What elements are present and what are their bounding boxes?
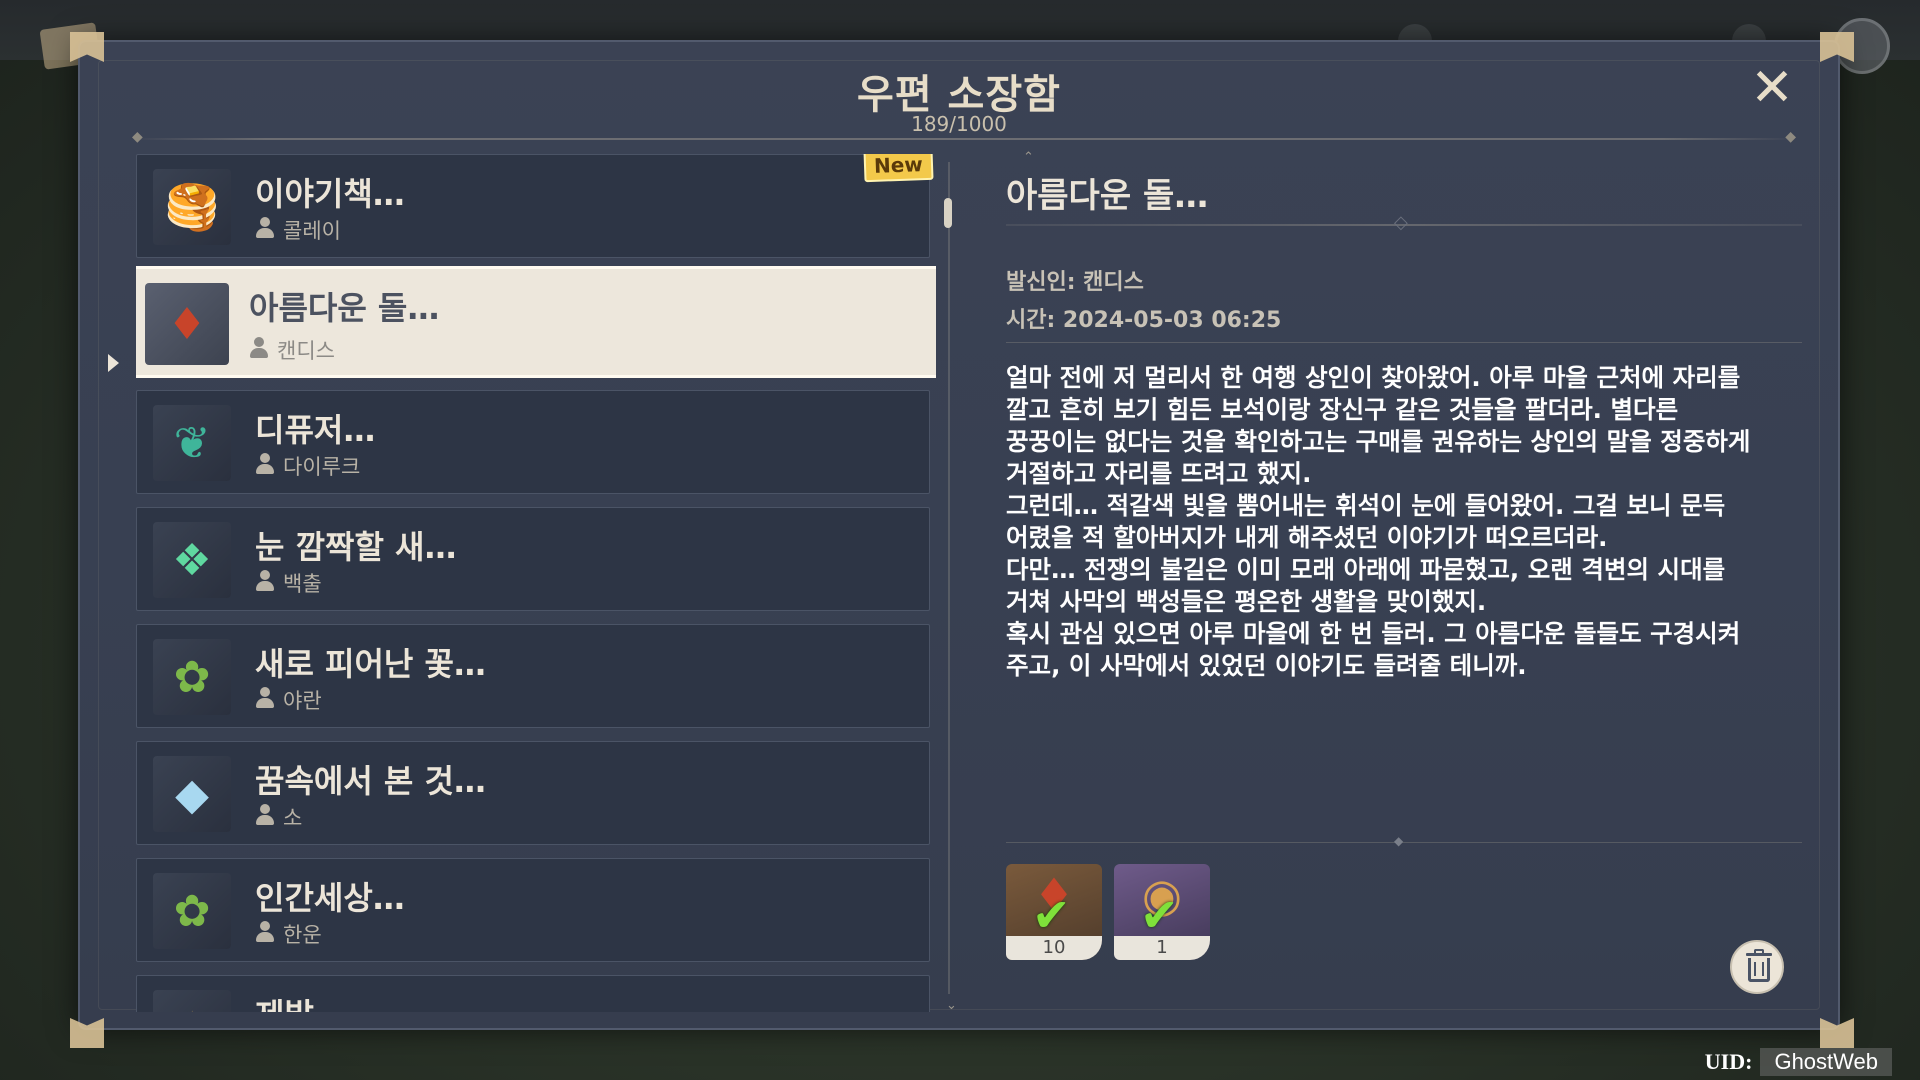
claimed-check-icon: ✔	[1140, 888, 1179, 942]
mail-sender: 한운	[283, 923, 322, 947]
mailbox-panel: 우편 소장함 189/1000 ✕ 🥞 이야기책… 콜레이 New ♦ 아름다운…	[78, 40, 1840, 1030]
header-divider	[132, 129, 1796, 145]
mail-list[interactable]: 🥞 이야기책… 콜레이 New ♦ 아름다운 돌… 캔디스 ❦ 디퓨저… 다이루…	[136, 154, 936, 1012]
selection-arrow-icon	[108, 354, 119, 372]
mail-sender: 백출	[283, 572, 322, 596]
mail-title: 디퓨저…	[255, 411, 376, 449]
red-gem-icon: ♦	[145, 283, 229, 365]
diffuser-icon: ❦	[153, 405, 231, 481]
gold-item-icon: ✦	[153, 990, 231, 1012]
sender-icon	[249, 337, 269, 359]
mail-item[interactable]: ✿ 인간세상… 한운	[136, 858, 930, 962]
herb-letter-icon: ✿	[153, 639, 231, 715]
list-scrollbar-track[interactable]	[948, 162, 950, 994]
sender-icon	[255, 921, 275, 943]
mail-item-selected[interactable]: ♦ 아름다운 돌… 캔디스	[136, 266, 936, 378]
uid-display: UID: GhostWeb	[1705, 1048, 1892, 1076]
pancake-icon: 🥞	[153, 169, 231, 245]
mail-item[interactable]: ❦ 디퓨저… 다이루크	[136, 390, 930, 494]
attachments: ♦ ✔ 10 ◉ ✔ 1	[1006, 864, 1210, 960]
sender-icon	[255, 687, 275, 709]
mail-item[interactable]: ❖ 눈 깜짝할 새… 백출	[136, 507, 930, 611]
mail-sender: 다이루크	[283, 455, 361, 479]
attachment-item[interactable]: ◉ ✔ 1	[1114, 864, 1210, 960]
uid-label: UID:	[1704, 1049, 1753, 1074]
uid-value: GhostWeb	[1760, 1048, 1892, 1076]
sender-icon	[255, 217, 275, 239]
detail-title: 아름다운 돌…	[1006, 176, 1209, 216]
mail-title: 인간세상…	[255, 879, 405, 917]
mail-item[interactable]: ✦ 제발…	[136, 975, 930, 1012]
detail-divider	[1006, 342, 1802, 343]
mail-title: 아름다운 돌…	[249, 289, 440, 327]
herb-letter-icon: ✿	[153, 873, 231, 949]
mail-item[interactable]: ✿ 새로 피어난 꽃… 야란	[136, 624, 930, 728]
sender-icon	[255, 570, 275, 592]
mail-title: 제발…	[255, 990, 346, 1012]
mail-title: 눈 깜짝할 새…	[255, 528, 457, 566]
mail-title: 꿈속에서 본 것…	[255, 762, 486, 800]
attachment-item[interactable]: ♦ ✔ 10	[1006, 864, 1102, 960]
mail-title: 새로 피어난 꽃…	[255, 645, 486, 683]
attachment-divider	[1006, 834, 1802, 848]
detail-body: 얼마 전에 저 멀리서 한 여행 상인이 찾아왔어. 아루 마을 근처에 자리를…	[1006, 363, 1751, 680]
claimed-check-icon: ✔	[1032, 888, 1071, 942]
attachment-quantity: 1	[1114, 936, 1210, 960]
mail-sender: 캔디스	[277, 339, 335, 363]
green-crystal-icon: ❖	[153, 522, 231, 598]
sender-icon	[255, 453, 275, 475]
detail-time: 시간: 2024-05-03 06:25	[1006, 308, 1282, 333]
mail-sender: 소	[283, 806, 303, 830]
mail-item[interactable]: ◆ 꿈속에서 본 것… 소	[136, 741, 930, 845]
delete-button[interactable]	[1730, 940, 1784, 994]
mail-title: 이야기책…	[255, 175, 405, 213]
detail-sender: 발신인: 캔디스	[1006, 270, 1144, 295]
trash-icon	[1732, 940, 1782, 994]
mail-item[interactable]: 🥞 이야기책… 콜레이 New	[136, 154, 934, 258]
sender-icon	[255, 804, 275, 826]
mail-detail: 아름다운 돌… 발신인: 캔디스 시간: 2024-05-03 06:25 얼마…	[994, 154, 1804, 1014]
new-badge: New	[863, 154, 934, 183]
mail-sender: 야란	[283, 689, 322, 713]
attachment-quantity: 10	[1006, 936, 1102, 960]
mail-count: 189/1000	[911, 112, 1007, 136]
crystal-icon: ◆	[153, 756, 231, 832]
scroll-down-icon[interactable]: ⌄	[946, 998, 957, 1013]
mail-sender: 콜레이	[283, 219, 341, 243]
close-button[interactable]: ✕	[1748, 62, 1796, 114]
list-scrollbar-thumb[interactable]	[944, 198, 952, 228]
detail-divider	[1006, 212, 1802, 233]
